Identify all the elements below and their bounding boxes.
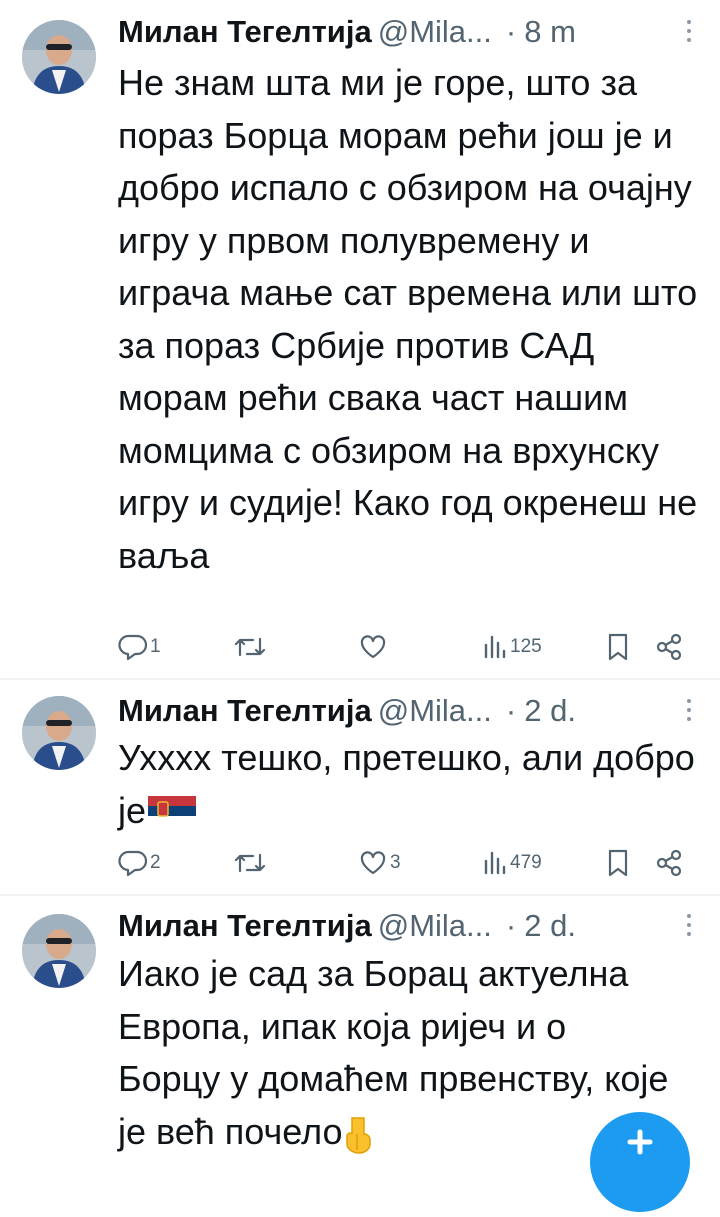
- author-name[interactable]: Милан Тегелтија: [118, 14, 372, 50]
- avatar[interactable]: [22, 914, 96, 988]
- bookmark-button[interactable]: [606, 630, 630, 664]
- tweet-header: Милан Тегелтија @Mila... · 2 d.: [118, 904, 692, 948]
- author-handle[interactable]: @Mila...: [378, 908, 492, 944]
- like-button[interactable]: [358, 630, 390, 664]
- tweet[interactable]: Милан Тегелтија @Mila... · 2 d. Иако је …: [0, 896, 720, 1154]
- views-button[interactable]: 125: [482, 630, 542, 664]
- views-count: 125: [510, 636, 542, 657]
- bookmark-icon: [608, 849, 628, 877]
- views-icon: [484, 635, 506, 659]
- separator-dot: ·: [505, 14, 517, 49]
- like-button[interactable]: 3: [358, 846, 401, 880]
- author-handle[interactable]: @Mila...: [378, 14, 492, 50]
- avatar-image: [22, 20, 96, 94]
- share-button[interactable]: [654, 630, 684, 664]
- tweet[interactable]: Милан Тегелтија @Mila... · 8 m Не знам ш…: [0, 0, 720, 676]
- author-name[interactable]: Милан Тегелтија: [118, 908, 372, 944]
- reply-button[interactable]: 2: [118, 846, 161, 880]
- heart-icon: [360, 851, 386, 875]
- tweet-actions: 1 125: [118, 630, 688, 664]
- separator-dot: ·: [505, 908, 517, 943]
- reply-button[interactable]: 1: [118, 630, 161, 664]
- views-button[interactable]: 479: [482, 846, 542, 880]
- retweet-icon: [234, 853, 266, 873]
- tweet-text-container: Ухххх тешко, претешко, али добро је: [118, 732, 698, 837]
- views-count: 479: [510, 852, 542, 873]
- more-icon[interactable]: [686, 16, 692, 48]
- views-icon: [484, 851, 506, 875]
- more-icon[interactable]: [686, 695, 692, 727]
- pointing-down-hand-icon: [345, 1116, 371, 1154]
- tweet[interactable]: Милан Тегелтија @Mila... · 2 d. Ухххх те…: [0, 680, 720, 892]
- like-count: 3: [390, 852, 401, 873]
- bookmark-button[interactable]: [606, 846, 630, 880]
- avatar[interactable]: [22, 20, 96, 94]
- share-icon: [656, 849, 682, 877]
- author-handle[interactable]: @Mila...: [378, 693, 492, 729]
- reply-icon: [118, 850, 148, 877]
- tweet-header: Милан Тегелтија @Mila... · 8 m: [118, 10, 692, 54]
- retweet-button[interactable]: [232, 846, 270, 880]
- reply-icon: [118, 634, 148, 661]
- compose-button[interactable]: [590, 1112, 690, 1212]
- author-name[interactable]: Милан Тегелтија: [118, 693, 372, 729]
- timestamp[interactable]: 8 m: [524, 14, 576, 50]
- avatar-image: [22, 696, 96, 770]
- timestamp[interactable]: 2 d.: [524, 908, 576, 944]
- more-icon[interactable]: [686, 910, 692, 942]
- reply-count: 2: [150, 852, 161, 873]
- bookmark-icon: [608, 633, 628, 661]
- reply-count: 1: [150, 636, 161, 657]
- tweet-text: Не знам шта ми је горе, што за пораз Бор…: [118, 62, 698, 576]
- share-icon: [656, 633, 682, 661]
- timestamp[interactable]: 2 d.: [524, 693, 576, 729]
- avatar-image: [22, 914, 96, 988]
- avatar[interactable]: [22, 696, 96, 770]
- retweet-icon: [234, 637, 266, 657]
- retweet-button[interactable]: [232, 630, 270, 664]
- compose-icon: [627, 1129, 653, 1155]
- tweet-actions: 2 3 479: [118, 846, 688, 880]
- separator-dot: ·: [505, 693, 517, 728]
- tweet-header: Милан Тегелтија @Mila... · 2 d.: [118, 689, 692, 733]
- tweet-text: Иако је сад за Борац актуелна Европа, ип…: [118, 953, 669, 1152]
- share-button[interactable]: [654, 846, 684, 880]
- tweet-text: Ухххх тешко, претешко, али добро је: [118, 737, 695, 831]
- heart-icon: [360, 635, 386, 659]
- serbia-flag-icon: [148, 795, 197, 826]
